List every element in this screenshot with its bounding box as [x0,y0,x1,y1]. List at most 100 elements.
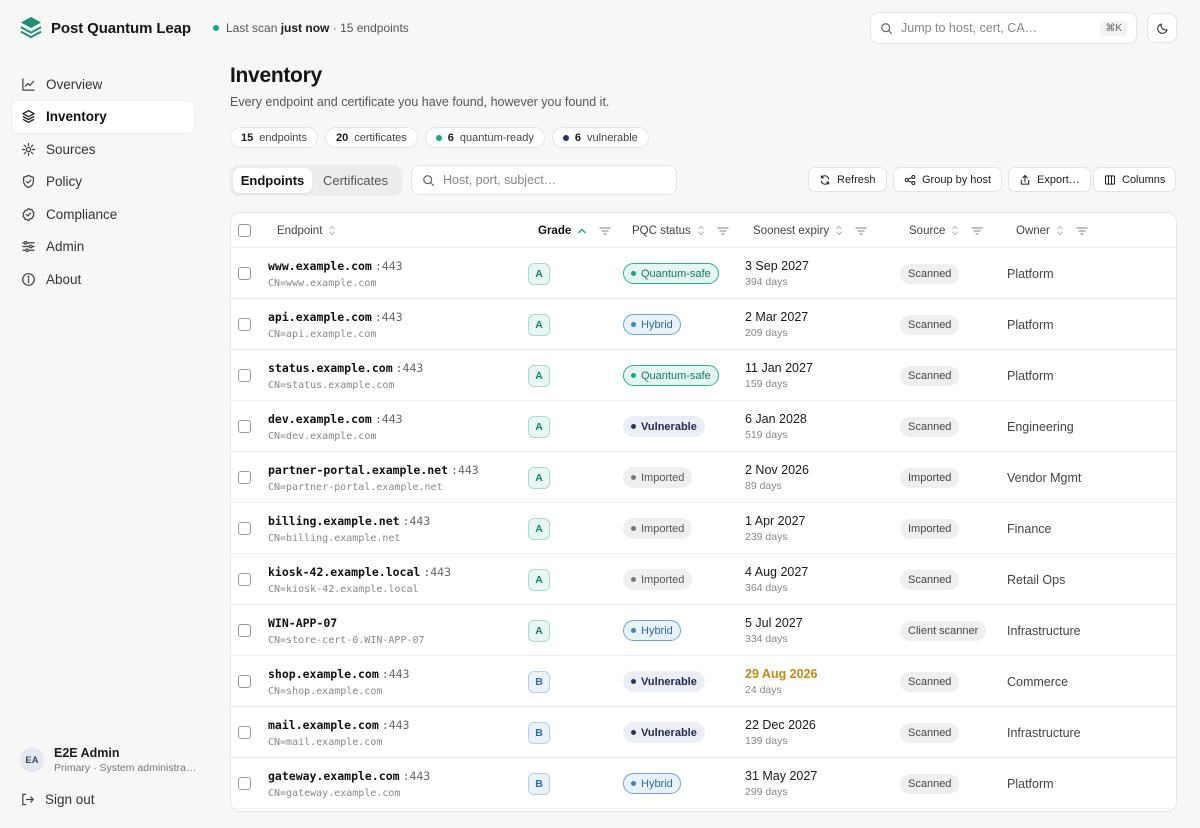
column-header-source[interactable]: Source [909,213,984,248]
table-row[interactable]: billing.example.net:443 CN=billing.examp… [231,503,1176,554]
row-checkbox[interactable] [238,777,251,790]
status-dot [562,134,569,141]
search-icon [881,22,892,34]
sort-ascending-icon [578,227,586,233]
export-button[interactable]: Export… [1008,167,1091,192]
endpoint-cell[interactable]: status.example.com:443 CN=status.example… [268,350,423,401]
table-row[interactable]: status.example.com:443 CN=status.example… [231,350,1176,401]
columns-button[interactable]: Columns [1093,167,1177,192]
table-row[interactable]: shop.example.com:443 CN=shop.example.com… [231,656,1176,707]
endpoint-cell[interactable]: shop.example.com:443 CN=shop.example.com [268,656,409,707]
column-header-endpoint[interactable]: Endpoint [277,213,336,248]
row-checkbox[interactable] [238,573,251,586]
filter-icon[interactable] [1076,226,1088,236]
status-dot [631,781,636,786]
stat-quantum-ready[interactable]: 6 quantum-ready [424,127,545,148]
user-name: E2E Admin [54,746,120,760]
select-cell [238,350,251,401]
refresh-button[interactable]: Refresh [808,167,887,192]
endpoint-cell[interactable]: api.example.com:443 CN=api.example.com [268,299,403,350]
row-checkbox[interactable] [238,420,251,433]
endpoint-port: :443 [402,768,431,783]
select-all-checkbox[interactable] [238,224,251,237]
row-checkbox[interactable] [238,267,251,280]
global-search[interactable]: ⌘K [870,12,1137,44]
row-checkbox[interactable] [238,726,251,739]
pqc-status-badge: Hybrid [623,620,681,641]
grade-badge: B [528,721,550,744]
endpoint-host: mail.example.com [268,717,379,732]
endpoint-cell[interactable]: gateway.example.com:443 CN=gateway.examp… [268,758,430,809]
theme-toggle-button[interactable] [1147,13,1177,43]
status-dot [631,271,636,276]
expiry-cell: 2 Mar 2027 209 days [745,299,808,350]
row-checkbox[interactable] [238,471,251,484]
group-by-host-button[interactable]: Group by host [893,167,1003,192]
stat-endpoints[interactable]: 15 endpoints [230,127,318,148]
table-filter[interactable] [411,165,677,195]
endpoint-cell[interactable]: billing.example.net:443 CN=billing.examp… [268,503,430,554]
status-dot [631,424,636,429]
endpoint-host: gateway.example.com [268,768,400,783]
global-search-input[interactable] [901,21,1093,35]
table-row[interactable]: partner-portal.example.net:443 CN=partne… [231,452,1176,503]
table-row[interactable]: mail.example.com:443 CN=mail.example.com… [231,707,1176,758]
row-checkbox[interactable] [238,675,251,688]
endpoint-cell[interactable]: www.example.com:443 CN=www.example.com [268,248,403,299]
filter-icon[interactable] [599,226,611,236]
expiry-date: 2 Mar 2027 [745,310,809,324]
info-icon [22,272,35,286]
nav-item-about[interactable]: About [12,263,194,295]
column-header-pqc-status[interactable]: PQC status [632,213,729,248]
table-row[interactable]: WIN-APP-07 CN=store-cert-0.WIN-APP-07 A … [231,605,1176,656]
row-checkbox[interactable] [238,624,251,637]
nav-item-policy[interactable]: Policy [12,166,194,198]
status-dot [631,628,636,633]
row-checkbox[interactable] [238,369,251,382]
sign-out-button[interactable]: Sign out [20,792,95,807]
grade-cell: A [528,605,550,656]
endpoint-cell[interactable]: kiosk-42.example.local:443 CN=kiosk-42.e… [268,554,451,605]
table-row[interactable]: dev.example.com:443 CN=dev.example.com A… [231,401,1176,452]
refresh-label: Refresh [837,173,876,186]
row-checkbox[interactable] [238,522,251,535]
tab-certificates[interactable]: Certificates [312,168,399,193]
grade-cell: A [528,503,550,554]
scan-status: Last scan just now · 15 endpoints [213,21,409,35]
column-header-owner[interactable]: Owner [1016,213,1088,248]
nav-item-compliance[interactable]: Compliance [12,198,194,230]
owner-cell: Finance [1007,521,1052,536]
select-cell [238,299,251,350]
table-row[interactable]: gateway.example.com:443 CN=gateway.examp… [231,758,1176,809]
table-row[interactable]: api.example.com:443 CN=api.example.com A… [231,299,1176,350]
select-cell [238,452,251,503]
owner-cell: Infrastructure [1007,623,1081,638]
endpoint-cell[interactable]: partner-portal.example.net:443 CN=partne… [268,452,479,503]
filter-icon[interactable] [971,226,984,236]
column-header-grade[interactable]: Grade [538,213,611,248]
pqc-status-label: Imported [641,573,685,586]
grade-cell: B [528,656,550,707]
stat-certificates[interactable]: 20 certificates [324,127,418,148]
column-label: PQC status [632,224,691,237]
endpoint-cell[interactable]: WIN-APP-07 CN=store-cert-0.WIN-APP-07 [268,605,425,656]
filter-icon[interactable] [855,226,867,236]
table-filter-input[interactable] [443,173,666,187]
filter-icon[interactable] [717,226,729,236]
nav-item-overview[interactable]: Overview [12,68,194,100]
nav-item-sources[interactable]: Sources [12,133,194,165]
nav-label: Admin [46,239,85,254]
endpoint-cell[interactable]: dev.example.com:443 CN=dev.example.com [268,401,403,452]
stat-vulnerable[interactable]: 6 vulnerable [551,127,649,148]
nav-item-admin[interactable]: Admin [12,231,194,263]
row-checkbox[interactable] [238,318,251,331]
pqc-status-label: Hybrid [641,624,673,637]
user-profile[interactable]: EA E2E Admin Primary · System administra… [20,746,196,774]
brand[interactable]: Post Quantum Leap [20,16,191,40]
table-row[interactable]: kiosk-42.example.local:443 CN=kiosk-42.e… [231,554,1176,605]
tab-endpoints[interactable]: Endpoints [233,168,312,193]
column-header-soonest-expiry[interactable]: Soonest expiry [753,213,867,248]
nav-item-inventory[interactable]: Inventory [12,100,194,133]
endpoint-cell[interactable]: mail.example.com:443 CN=mail.example.com [268,707,409,758]
table-row[interactable]: www.example.com:443 CN=www.example.com A… [231,248,1176,299]
